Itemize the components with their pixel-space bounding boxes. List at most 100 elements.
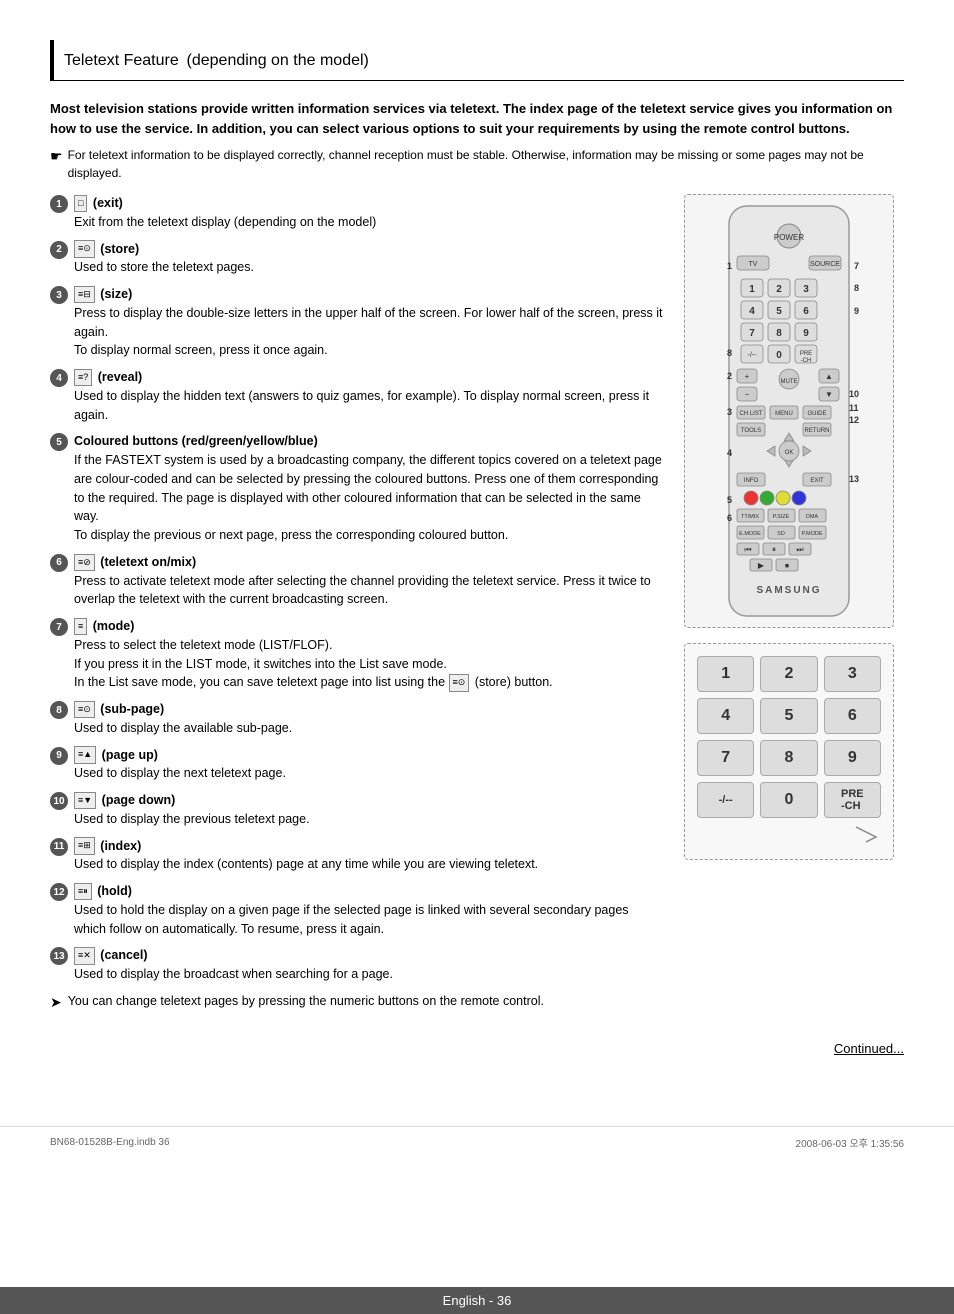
numpad-key-1: 1 <box>697 656 754 692</box>
note-content: For teletext information to be displayed… <box>68 146 904 182</box>
item-label-4: (reveal) <box>98 370 142 384</box>
title-sub: (depending on the model) <box>187 52 369 69</box>
item-icon-12: ≡⏸ <box>74 883 92 901</box>
item-content-7: ≡ (mode) Press to select the teletext mo… <box>74 617 664 692</box>
svg-text:2: 2 <box>776 284 782 295</box>
svg-text:4: 4 <box>727 448 732 458</box>
svg-text:0: 0 <box>776 350 782 361</box>
item-12: 12 ≡⏸ (hold) Used to hold the display on… <box>50 882 664 938</box>
item-label-7: (mode) <box>93 619 135 633</box>
svg-text:DMA: DMA <box>806 514 819 520</box>
item-label-11: (index) <box>100 839 141 853</box>
item-desc-11: Used to display the index (contents) pag… <box>74 857 538 871</box>
numpad-key-5: 5 <box>760 698 817 734</box>
intro-text: Most television stations provide written… <box>50 99 904 138</box>
item-desc-4: Used to display the hidden text (answers… <box>74 389 649 422</box>
svg-text:2: 2 <box>727 371 732 381</box>
item-num-5: 5 <box>50 433 68 451</box>
svg-text:11: 11 <box>849 403 859 413</box>
note-icon: ☛ <box>50 146 63 182</box>
item-label-5: Coloured buttons (red/green/yellow/blue) <box>74 434 318 448</box>
svg-text:3: 3 <box>803 284 809 295</box>
arrow-icon: ➤ <box>50 992 62 1013</box>
svg-text:EXIT: EXIT <box>810 478 824 484</box>
item-10: 10 ≡▼ (page down) Used to display the pr… <box>50 791 664 829</box>
continued-text: Continued... <box>50 1041 904 1056</box>
item-num-3: 3 <box>50 286 68 304</box>
item-7: 7 ≡ (mode) Press to select the teletext … <box>50 617 664 692</box>
item-label-8: (sub-page) <box>100 702 164 716</box>
item-num-1: 1 <box>50 195 68 213</box>
item-6: 6 ≡⊘ (teletext on/mix) Press to activate… <box>50 553 664 609</box>
numpad-diagram: 1 2 3 4 5 6 7 8 9 -/-- 0 PRE-CH <box>684 643 894 860</box>
numpad-grid: 1 2 3 4 5 6 7 8 9 -/-- 0 PRE-CH <box>697 656 881 818</box>
svg-text:GUIDE: GUIDE <box>807 411 826 417</box>
remote-svg: POWER TV SOURCE 1 7 1 <box>699 201 879 621</box>
item-num-8: 8 <box>50 701 68 719</box>
svg-text:▼: ▼ <box>825 390 833 399</box>
item-content-13: ≡✕ (cancel) Used to display the broadcas… <box>74 946 664 984</box>
numpad-key-prech: PRE-CH <box>824 782 881 818</box>
svg-text:10: 10 <box>849 389 859 399</box>
svg-text:▶: ▶ <box>758 561 765 570</box>
svg-text:8: 8 <box>776 328 782 339</box>
item-icon-9: ≡▲ <box>74 746 96 764</box>
item-2: 2 ≡⊙ (store) Used to store the teletext … <box>50 240 664 278</box>
svg-text:6: 6 <box>727 513 732 523</box>
numpad-key-3: 3 <box>824 656 881 692</box>
item-desc-2: Used to store the teletext pages. <box>74 260 254 274</box>
footer-info: BN68-01528B-Eng.indb 36 2008-06-03 오후 1:… <box>0 1126 954 1158</box>
title-section: Teletext Feature (depending on the model… <box>50 40 904 81</box>
item-num-4: 4 <box>50 369 68 387</box>
numpad-key-9: 9 <box>824 740 881 776</box>
svg-text:MUTE: MUTE <box>781 379 798 385</box>
svg-text:4: 4 <box>749 306 755 317</box>
item-11: 11 ≡⊞ (index) Used to display the index … <box>50 837 664 875</box>
svg-text:SD: SD <box>777 531 785 537</box>
svg-text:SAMSUNG: SAMSUNG <box>756 585 821 596</box>
svg-text:SOURCE: SOURCE <box>810 261 840 268</box>
item-label-2: (store) <box>100 242 139 256</box>
date-info: 2008-06-03 오후 1:35:56 <box>796 1135 904 1150</box>
item-label-1: (exit) <box>93 196 123 210</box>
item-content-9: ≡▲ (page up) Used to display the next te… <box>74 746 664 784</box>
item-num-13: 13 <box>50 947 68 965</box>
svg-text:⏹: ⏹ <box>785 561 789 570</box>
item-content-1: □ (exit) Exit from the teletext display … <box>74 194 664 232</box>
file-info: BN68-01528B-Eng.indb 36 <box>50 1137 170 1148</box>
item-icon-2: ≡⊙ <box>74 240 95 258</box>
item-desc-8: Used to display the available sub-page. <box>74 721 292 735</box>
item-desc-12: Used to hold the display on a given page… <box>74 903 629 936</box>
svg-text:▲: ▲ <box>825 372 833 381</box>
note-text: ☛ For teletext information to be display… <box>50 146 904 182</box>
svg-text:⏭: ⏭ <box>796 545 803 554</box>
remote-diagram: POWER TV SOURCE 1 7 1 <box>684 194 894 628</box>
svg-text:5: 5 <box>776 306 782 317</box>
left-column: 1 □ (exit) Exit from the teletext displa… <box>50 194 664 1021</box>
svg-text:⏸: ⏸ <box>772 545 776 554</box>
item-icon-11: ≡⊞ <box>74 837 95 855</box>
item-content-12: ≡⏸ (hold) Used to hold the display on a … <box>74 882 664 938</box>
page-container: Teletext Feature (depending on the model… <box>0 0 954 1116</box>
svg-text:12: 12 <box>849 415 859 425</box>
item-desc-9: Used to display the next teletext page. <box>74 766 286 780</box>
continued-label: Continued... <box>834 1041 904 1056</box>
svg-text:INFO: INFO <box>744 478 759 484</box>
item-content-4: ≡? (reveal) Used to display the hidden t… <box>74 368 664 424</box>
item-num-12: 12 <box>50 883 68 901</box>
item-content-11: ≡⊞ (index) Used to display the index (co… <box>74 837 664 875</box>
item-icon-6: ≡⊘ <box>74 554 95 572</box>
svg-text:-CH: -CH <box>801 358 812 364</box>
item-content-3: ≡⊟ (size) Press to display the double-si… <box>74 285 664 360</box>
footer-bar: English - 36 <box>0 1287 954 1314</box>
numpad-key-6: 6 <box>824 698 881 734</box>
svg-text:7: 7 <box>854 261 859 271</box>
item-icon-7b: ≡⊙ <box>449 674 470 692</box>
item-desc-6: Press to activate teletext mode after se… <box>74 574 651 607</box>
item-desc-1: Exit from the teletext display (dependin… <box>74 215 376 229</box>
item-label-13: (cancel) <box>100 948 147 962</box>
numpad-key-8: 8 <box>760 740 817 776</box>
item-icon-13: ≡✕ <box>74 947 95 965</box>
item-label-6: (teletext on/mix) <box>100 555 196 569</box>
item-num-10: 10 <box>50 792 68 810</box>
